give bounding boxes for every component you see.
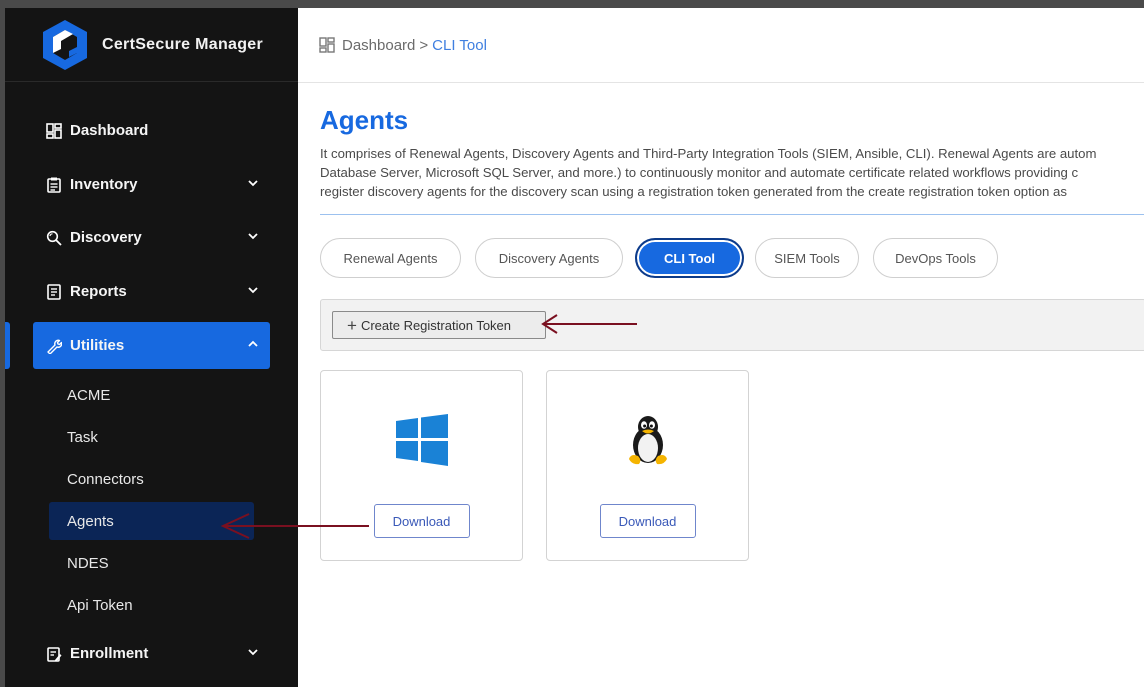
sidebar-subitem-connectors[interactable]: Connectors xyxy=(49,460,254,498)
breadcrumb: Dashboard > CLI Tool xyxy=(298,8,1144,83)
wrench-icon xyxy=(45,337,63,355)
page-description: It comprises of Renewal Agents, Discover… xyxy=(320,144,1144,201)
inventory-icon xyxy=(45,176,63,194)
plus-icon: + xyxy=(347,315,357,335)
sidebar-item-discovery[interactable]: Discovery xyxy=(33,214,270,261)
sidebar-item-label: Inventory xyxy=(70,176,138,193)
annotation-arrow-agents xyxy=(220,513,369,539)
sidebar-subitem-label: Agents xyxy=(67,512,114,530)
discovery-icon xyxy=(45,229,63,247)
description-line: register discovery agents for the discov… xyxy=(320,184,1067,199)
create-token-label: Create Registration Token xyxy=(360,317,512,333)
sidebar: CertSecure Manager Dashboard Inventory D… xyxy=(5,8,298,687)
sidebar-item-label: Utilities xyxy=(70,337,125,354)
chevron-up-icon xyxy=(248,340,258,347)
linux-tux-icon xyxy=(628,416,667,465)
breadcrumb-separator: > xyxy=(419,36,429,54)
breadcrumb-root-link[interactable]: Dashboard xyxy=(342,37,415,54)
download-card-linux: Download xyxy=(546,370,749,561)
sidebar-subitem-label: Api Token xyxy=(67,596,133,614)
sidebar-subitem-acme[interactable]: ACME xyxy=(49,376,254,414)
sidebar-subitem-label: Connectors xyxy=(67,470,144,488)
chevron-down-icon xyxy=(248,649,258,656)
sidebar-subitem-api-token[interactable]: Api Token xyxy=(49,586,254,624)
sidebar-item-label: Enrollment xyxy=(70,645,149,662)
reports-icon xyxy=(45,283,63,301)
tab-siem-tools[interactable]: SIEM Tools xyxy=(755,238,859,278)
chevron-down-icon xyxy=(248,287,258,294)
download-button-windows[interactable]: Download xyxy=(373,504,470,538)
section-divider xyxy=(320,214,1144,215)
tab-devops-tools[interactable]: DevOps Tools xyxy=(873,238,998,278)
sidebar-subitem-label: NDES xyxy=(67,554,109,572)
windows-icon xyxy=(395,414,448,466)
page-title: Agents xyxy=(320,105,409,135)
toolbar: + Create Registration Token xyxy=(320,299,1144,351)
sidebar-item-label: Dashboard xyxy=(70,122,149,139)
description-line: It comprises of Renewal Agents, Discover… xyxy=(320,146,1097,161)
sidebar-item-label: Discovery xyxy=(70,229,142,246)
chevron-down-icon xyxy=(248,180,258,187)
create-registration-token-button[interactable]: + Create Registration Token xyxy=(332,311,546,339)
app-window: CertSecure Manager Dashboard Inventory D… xyxy=(5,8,1144,687)
sidebar-subitem-label: ACME xyxy=(67,386,111,404)
download-button-linux[interactable]: Download xyxy=(599,504,696,538)
sidebar-subitem-ndes[interactable]: NDES xyxy=(49,544,254,582)
description-line: Database Server, Microsoft SQL Server, a… xyxy=(320,165,1079,180)
sidebar-subitem-label: Task xyxy=(67,428,98,446)
sidebar-item-reports[interactable]: Reports xyxy=(33,268,270,315)
brand-name: CertSecure Manager xyxy=(102,35,264,53)
chevron-down-icon xyxy=(248,233,258,240)
tab-cli-tool[interactable]: CLI Tool xyxy=(635,238,744,278)
breadcrumb-current: CLI Tool xyxy=(432,36,487,54)
sidebar-item-inventory[interactable]: Inventory xyxy=(33,161,270,208)
sidebar-item-label: Reports xyxy=(70,283,127,300)
sidebar-item-dashboard[interactable]: Dashboard xyxy=(33,107,270,154)
tab-renewal-agents[interactable]: Renewal Agents xyxy=(320,238,461,278)
tab-discovery-agents[interactable]: Discovery Agents xyxy=(475,238,623,278)
active-indicator xyxy=(5,322,10,369)
certsecure-logo-icon xyxy=(43,19,87,70)
sidebar-item-enrollment[interactable]: Enrollment xyxy=(33,630,270,677)
sidebar-subitem-task[interactable]: Task xyxy=(49,418,254,456)
enrollment-icon xyxy=(45,645,63,663)
brand-header[interactable]: CertSecure Manager xyxy=(5,8,298,82)
dashboard-icon xyxy=(45,122,63,140)
dashboard-icon xyxy=(319,37,335,53)
annotation-arrow-create-token xyxy=(541,314,637,334)
sidebar-item-utilities[interactable]: Utilities xyxy=(33,322,270,369)
